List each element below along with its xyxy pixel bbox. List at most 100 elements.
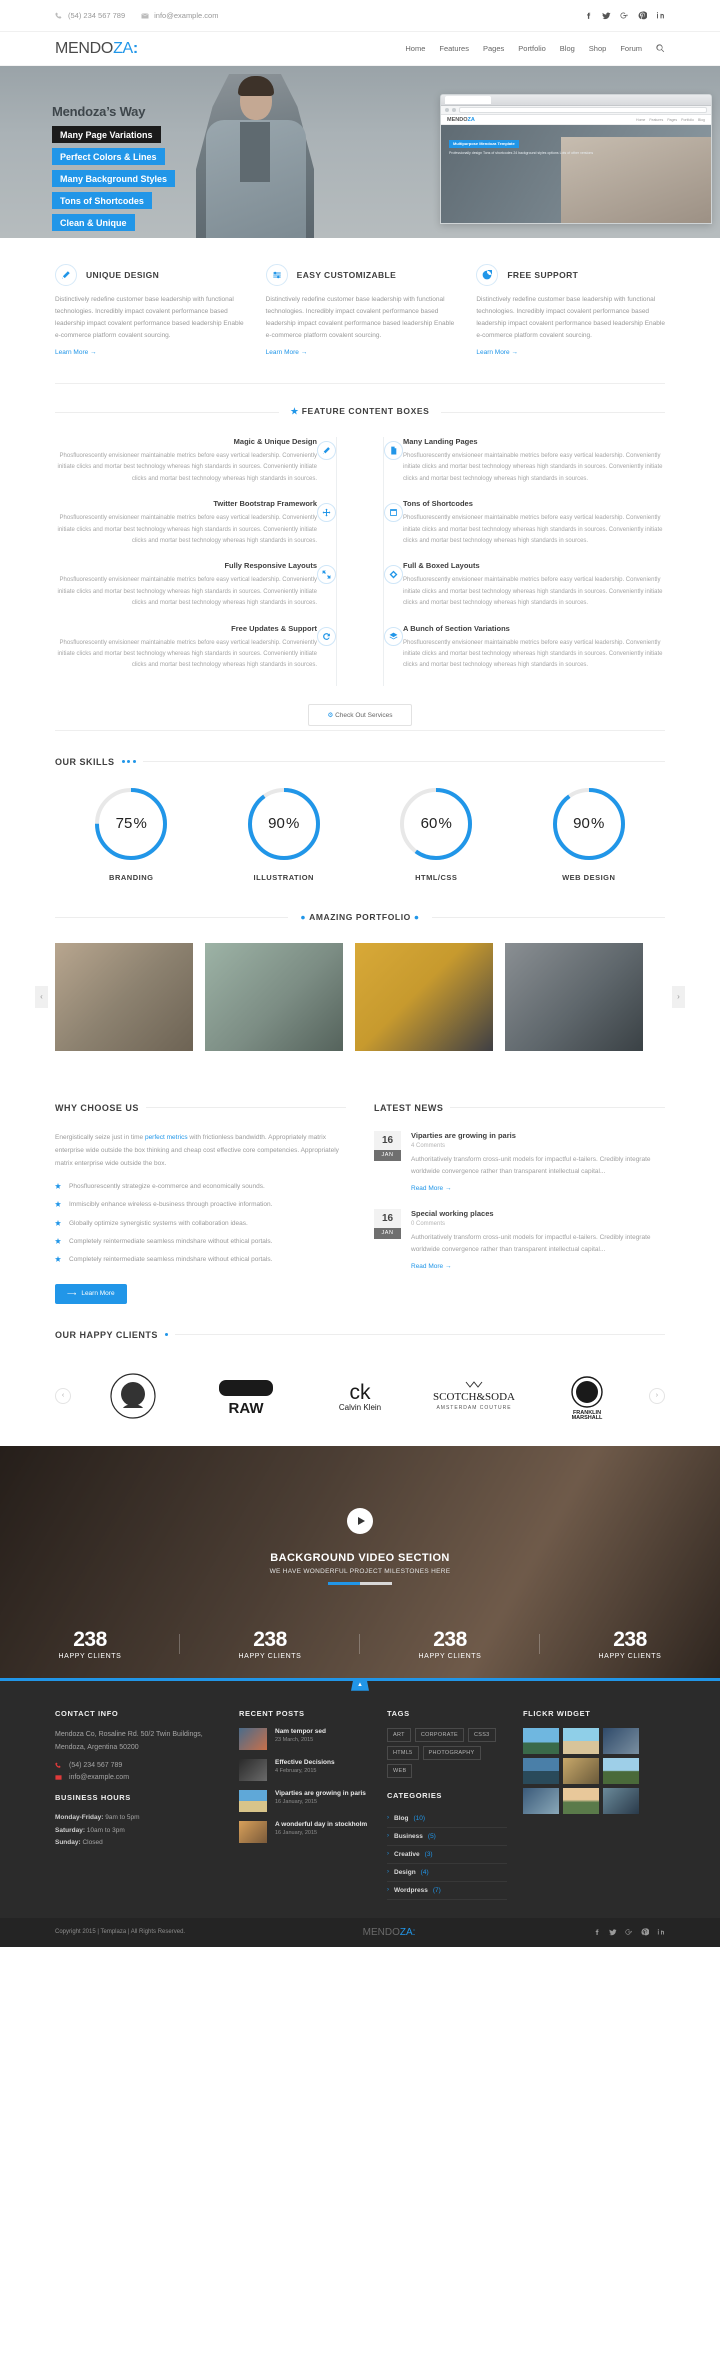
category-item[interactable]: › Design (4) [387, 1864, 507, 1882]
twitter-icon[interactable] [602, 11, 611, 20]
recent-post-item[interactable]: Viparties are growing in paris 16 January… [239, 1789, 371, 1812]
nav-item-portfolio[interactable]: Portfolio [518, 44, 546, 53]
browser-tab-bar [441, 95, 711, 106]
client-logo-scotch-and-soda[interactable]: SCOTCH&SODA AMSTERDAM COUTURE [422, 1368, 526, 1424]
browser-menu-2: Pages [667, 117, 678, 122]
tag-item[interactable]: WEB [387, 1763, 413, 1778]
facebook-icon[interactable] [584, 11, 593, 20]
site-header: MENDOZA: Home Features Pages Portfolio B… [0, 32, 720, 66]
recent-post-item[interactable]: Effective Decisions 4 February, 2015 [239, 1758, 371, 1781]
tag-item[interactable]: ART [387, 1727, 411, 1742]
footer-email[interactable]: info@example.com [55, 1774, 223, 1781]
feature-learn-more-link[interactable]: Learn More → [476, 349, 518, 356]
learn-more-button[interactable]: ⟶ Learn More [55, 1283, 127, 1304]
hours-time: 9am to 5pm [105, 1814, 140, 1822]
features-section: UNIQUE DESIGN Distinctively redefine cus… [55, 238, 665, 383]
browser-address-input[interactable] [459, 107, 707, 113]
news-day: 16 [374, 1130, 401, 1150]
client-logo-raw[interactable]: RAW [194, 1368, 298, 1424]
play-icon[interactable] [347, 1507, 373, 1534]
portfolio-next-button[interactable]: › [672, 985, 685, 1008]
linkedin-icon[interactable] [657, 1928, 665, 1936]
news-read-more-link[interactable]: Read More → [411, 1263, 451, 1270]
flickr-thumb[interactable] [523, 1727, 559, 1754]
flickr-thumb[interactable] [523, 1757, 559, 1784]
flickr-thumb[interactable] [563, 1727, 599, 1754]
category-item[interactable]: › Wordpress (7) [387, 1882, 507, 1900]
google-plus-icon[interactable] [620, 11, 629, 20]
footer-phone[interactable]: (54) 234 567 789 [55, 1762, 223, 1769]
feature-learn-more-link[interactable]: Learn More → [55, 349, 97, 356]
pinterest-icon[interactable] [638, 11, 647, 20]
clients-next-button[interactable]: › [648, 1387, 665, 1404]
video-progress-bar[interactable] [328, 1581, 392, 1585]
twitter-icon[interactable] [609, 1928, 617, 1936]
flickr-thumb[interactable] [523, 1787, 559, 1814]
client-logo-franklin-marshall[interactable]: FRANKLIN MARSHALL [535, 1368, 639, 1424]
fcb-item: Free Updates & Support Phosfluorescently… [55, 624, 317, 672]
recent-post-item[interactable]: A wonderful day in stockholm 16 January, … [239, 1820, 371, 1843]
why-bullet-text: Immiscibly enhance wireless e-business t… [69, 1201, 273, 1209]
arrows-move-icon [317, 503, 336, 523]
portfolio-prev-button[interactable]: ‹ [35, 985, 48, 1008]
tag-item[interactable]: CORPORATE [414, 1727, 464, 1742]
magic-wand-icon [317, 441, 336, 461]
flickr-thumb[interactable] [603, 1757, 639, 1784]
hours-day: Saturday: [55, 1826, 85, 1834]
page-root: (54) 234 567 789 info@example.com MENDOZ… [0, 0, 720, 1947]
portfolio-item[interactable] [355, 942, 493, 1051]
facebook-icon[interactable] [593, 1928, 601, 1936]
browser-logo-b: ZA [467, 116, 475, 123]
star-bullet-icon [55, 1219, 61, 1226]
nav-item-blog[interactable]: Blog [560, 44, 575, 53]
google-plus-icon[interactable] [625, 1928, 633, 1936]
nav-item-forum[interactable]: Forum [620, 44, 642, 53]
tag-item[interactable]: CSS3 [467, 1727, 496, 1742]
footer-logo[interactable]: MENDOZA: [363, 1927, 416, 1938]
star-bullet-icon [55, 1182, 61, 1189]
clients-prev-button[interactable]: ‹ [55, 1387, 71, 1404]
chevron-up-icon[interactable]: ▲ [351, 1679, 369, 1691]
browser-site-logo: MENDOZA [447, 117, 475, 123]
check-out-services-button[interactable]: ⚙ Check Out Services [308, 703, 412, 726]
pinterest-icon[interactable] [641, 1928, 649, 1936]
footer-hours: Monday-Friday: 9am to 5pm Saturday: 10am… [55, 1812, 223, 1849]
perfect-metrics-link[interactable]: perfect metrics [145, 1134, 188, 1141]
recent-post-item[interactable]: Nam tempor sed 23 March, 2015 [239, 1727, 371, 1750]
news-title[interactable]: Viparties are growing in paris [411, 1131, 665, 1140]
fcb-item: Tons of Shortcodes Phosfluorescently env… [403, 499, 665, 547]
fcb-heading: ★ FEATURE CONTENT BOXES [55, 406, 665, 417]
portfolio-item[interactable] [55, 942, 193, 1051]
flickr-thumb[interactable] [603, 1787, 639, 1814]
why-bullet: Immiscibly enhance wireless e-business t… [55, 1200, 346, 1210]
nav-item-home[interactable]: Home [405, 44, 425, 53]
news-read-more-link[interactable]: Read More → [411, 1185, 451, 1192]
search-icon[interactable] [656, 44, 665, 53]
recent-post-title: Viparties are growing in paris [275, 1789, 366, 1797]
tag-item[interactable]: PHOTOGRAPHY [422, 1745, 481, 1760]
top-bar-phone[interactable]: (54) 234 567 789 [55, 11, 125, 20]
nav-item-pages[interactable]: Pages [483, 44, 504, 53]
news-comments: 4 Comments [411, 1142, 446, 1149]
linkedin-icon[interactable] [656, 11, 665, 20]
nav-item-shop[interactable]: Shop [589, 44, 607, 53]
news-title[interactable]: Special working places [411, 1209, 665, 1218]
category-item[interactable]: › Creative (3) [387, 1846, 507, 1864]
feature-learn-more-link[interactable]: Learn More → [266, 349, 308, 356]
category-item[interactable]: › Blog (10) [387, 1810, 507, 1828]
portfolio-item[interactable] [505, 942, 643, 1051]
footer-logo-a: MENDO [362, 1926, 400, 1938]
flickr-thumb[interactable] [603, 1727, 639, 1754]
flickr-thumb[interactable] [563, 1757, 599, 1784]
tag-item[interactable]: HTML5 [387, 1745, 419, 1760]
news-month: JAN [374, 1149, 401, 1161]
nav-item-features[interactable]: Features [439, 44, 469, 53]
category-item[interactable]: › Business (5) [387, 1828, 507, 1846]
flickr-thumb[interactable] [563, 1787, 599, 1814]
client-logo-calvin-klein[interactable]: ck Calvin Klein [308, 1368, 412, 1424]
portfolio-item[interactable] [205, 942, 343, 1051]
top-bar-email[interactable]: info@example.com [141, 11, 218, 20]
client-logo-the-original-bowery[interactable] [81, 1368, 185, 1424]
site-logo[interactable]: MENDOZA: [55, 40, 138, 58]
refresh-icon [317, 627, 336, 647]
